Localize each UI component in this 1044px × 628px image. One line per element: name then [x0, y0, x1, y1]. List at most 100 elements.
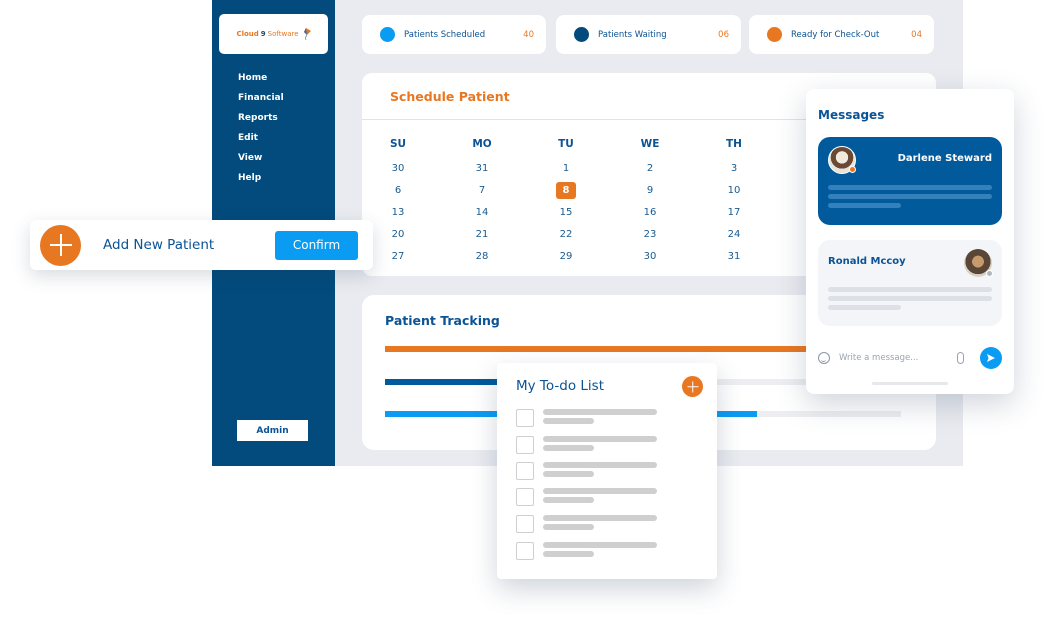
status-dot-icon: [574, 27, 589, 42]
todo-checkbox[interactable]: [516, 542, 534, 560]
stat-label: Patients Scheduled: [404, 29, 486, 40]
stat-count: 04: [911, 29, 922, 40]
day-number: 7: [478, 184, 486, 196]
day-number: 14: [475, 206, 489, 218]
emoji-icon[interactable]: [818, 352, 830, 364]
day-number: 20: [391, 228, 405, 240]
confirm-button[interactable]: Confirm: [275, 230, 358, 260]
calendar: SU MO TU WE TH 30 31 1 2 3 6 7 8 9 10 13 14 15 16 17 20 21 22 2…: [362, 131, 782, 267]
day-number: 13: [391, 206, 405, 218]
calendar-day[interactable]: 24: [692, 229, 776, 240]
sidebar-item-view[interactable]: View: [238, 151, 284, 171]
todo-item: [516, 436, 696, 454]
cloud9-logo[interactable]: Cloud 9 Software: [219, 14, 328, 54]
sidebar-item-help[interactable]: Help: [238, 171, 284, 191]
add-new-patient-bar: Add New Patient Confirm: [30, 220, 373, 270]
day-number: 30: [391, 162, 405, 174]
day-number: 17: [727, 206, 741, 218]
day-number: 15: [559, 206, 573, 218]
calendar-weekday-row: SU MO TU WE TH: [362, 131, 782, 157]
stat-patients-waiting[interactable]: Patients Waiting 06: [556, 15, 741, 54]
message-preview-line: [828, 287, 992, 292]
day-number: 21: [475, 228, 489, 240]
calendar-day[interactable]: 16: [608, 207, 692, 218]
thread-name: Darlene Steward: [897, 153, 992, 164]
calendar-day[interactable]: 22: [524, 229, 608, 240]
calendar-day[interactable]: 30: [608, 251, 692, 262]
day-number: 1: [562, 162, 570, 174]
todo-subtext-placeholder: [543, 551, 594, 557]
sidebar-item-edit[interactable]: Edit: [238, 131, 284, 151]
calendar-day[interactable]: 14: [440, 207, 524, 218]
day-number: 24: [727, 228, 741, 240]
paperclip-icon[interactable]: [957, 352, 964, 364]
send-icon: [987, 354, 995, 362]
todo-text-placeholder: [543, 488, 657, 494]
todo-item: [516, 462, 696, 480]
calendar-day[interactable]: 2: [608, 163, 692, 174]
calendar-day[interactable]: 31: [692, 251, 776, 262]
todo-subtext-placeholder: [543, 445, 594, 451]
panel-drag-handle[interactable]: [872, 382, 948, 385]
calendar-day-selected[interactable]: 8: [524, 181, 608, 199]
admin-button[interactable]: Admin: [237, 420, 308, 441]
stat-patients-scheduled[interactable]: Patients Scheduled 40: [362, 15, 546, 54]
todo-checkbox[interactable]: [516, 515, 534, 533]
calendar-day[interactable]: 30: [356, 163, 440, 174]
sidebar-item-financial[interactable]: Financial: [238, 91, 284, 111]
day-number: 22: [559, 228, 573, 240]
message-thread-darlene[interactable]: Darlene Steward: [818, 137, 1002, 225]
calendar-day[interactable]: 15: [524, 207, 608, 218]
todo-checkbox[interactable]: [516, 462, 534, 480]
calendar-day[interactable]: 21: [440, 229, 524, 240]
day-number: 2: [646, 162, 654, 174]
day-number: 8: [556, 181, 576, 199]
day-number: 30: [643, 250, 657, 262]
logo-text-cloud: Cloud: [236, 30, 259, 38]
weekday-label: TH: [726, 138, 742, 150]
sidebar-nav: Home Financial Reports Edit View Help: [238, 71, 284, 191]
todo-title: My To-do List: [516, 378, 604, 394]
todo-text-placeholder: [543, 436, 657, 442]
todo-checkbox[interactable]: [516, 488, 534, 506]
todo-checkbox[interactable]: [516, 436, 534, 454]
weekday-label: TU: [558, 138, 574, 150]
kite-icon: [303, 28, 311, 40]
calendar-day[interactable]: 13: [356, 207, 440, 218]
sidebar-item-home[interactable]: Home: [238, 71, 284, 91]
calendar-day[interactable]: 9: [608, 185, 692, 196]
todo-text-placeholder: [543, 409, 657, 415]
status-dot-icon: [767, 27, 782, 42]
todo-text-placeholder: [543, 462, 657, 468]
calendar-day[interactable]: 28: [440, 251, 524, 262]
online-status-icon: [849, 166, 856, 173]
calendar-day[interactable]: 31: [440, 163, 524, 174]
message-preview-line: [828, 203, 901, 208]
message-preview-line: [828, 194, 992, 199]
todo-checkbox[interactable]: [516, 409, 534, 427]
message-thread-ronald[interactable]: Ronald Mccoy: [818, 240, 1002, 326]
stat-count: 06: [718, 29, 729, 40]
stat-ready-for-checkout[interactable]: Ready for Check-Out 04: [749, 15, 934, 54]
calendar-day[interactable]: 10: [692, 185, 776, 196]
stat-label: Ready for Check-Out: [791, 29, 880, 40]
send-button[interactable]: [980, 347, 1002, 369]
add-todo-plus-icon[interactable]: [682, 376, 703, 397]
calendar-day[interactable]: 6: [356, 185, 440, 196]
day-number: 10: [727, 184, 741, 196]
calendar-week-row: 30 31 1 2 3: [362, 157, 782, 179]
todo-subtext-placeholder: [543, 418, 594, 424]
offline-status-icon: [986, 270, 993, 277]
sidebar-item-reports[interactable]: Reports: [238, 111, 284, 131]
message-preview-line: [828, 296, 992, 301]
add-patient-plus-icon[interactable]: [40, 224, 81, 266]
calendar-day[interactable]: 7: [440, 185, 524, 196]
calendar-day[interactable]: 29: [524, 251, 608, 262]
message-input[interactable]: [839, 353, 949, 363]
calendar-day[interactable]: 23: [608, 229, 692, 240]
calendar-day[interactable]: 17: [692, 207, 776, 218]
todo-item: [516, 488, 696, 506]
logo-text-software: Software: [267, 30, 299, 38]
calendar-day[interactable]: 3: [692, 163, 776, 174]
calendar-day[interactable]: 1: [524, 163, 608, 174]
